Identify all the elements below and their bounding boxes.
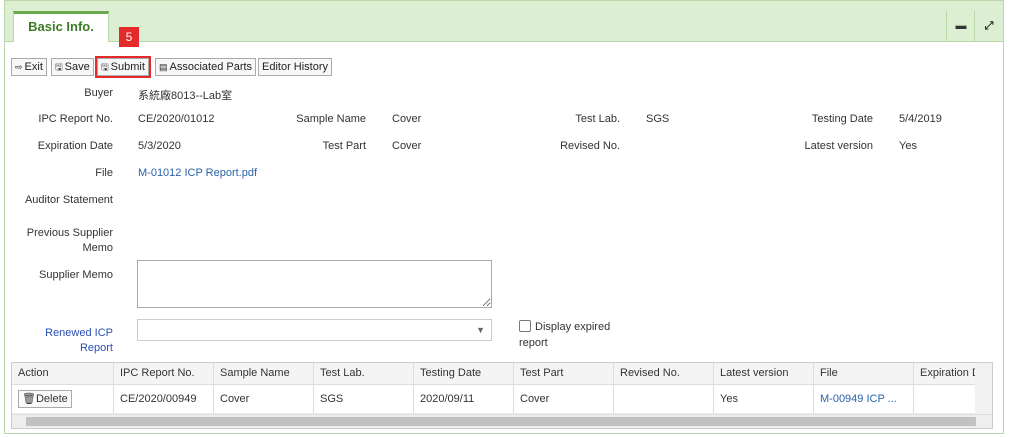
auditor-statement-label: Auditor Statement (24, 194, 113, 206)
sample-name-value: Cover (392, 113, 422, 125)
editor-history-label: Editor History (262, 61, 329, 73)
display-expired-label-line2: report (519, 337, 548, 349)
test-lab-label: Test Lab. (575, 113, 620, 125)
chevron-down-icon: ▼ (476, 325, 485, 335)
grid-cell-file-link[interactable]: M-00949 ICP ... (813, 385, 913, 413)
horizontal-scroll-thumb[interactable] (26, 417, 976, 426)
document-icon: ▤ (159, 62, 168, 72)
ipc-report-no-label: IPC Report No. (38, 113, 113, 125)
grid-cell-ipc-report-no: CE/2020/00949 (113, 385, 213, 413)
display-expired-checkbox[interactable] (519, 320, 531, 332)
submit-button[interactable]: 🖫 Submit (95, 56, 151, 78)
expiration-date-value: 5/3/2020 (138, 140, 181, 152)
test-lab-value: SGS (646, 113, 670, 125)
save-button[interactable]: 🖫 Save (51, 58, 94, 76)
grid-cell-testing-date: 2020/09/11 (413, 385, 513, 413)
table-row: 🗑Delete CE/2020/00949 Cover SGS 2020/09/… (12, 385, 992, 414)
renewed-icp-label-line1: Renewed ICP (45, 327, 113, 339)
test-part-label: Test Part (322, 140, 366, 152)
buyer-value: 系統廠8013--Lab室 (138, 90, 233, 102)
horizontal-scrollbar[interactable] (12, 414, 992, 428)
test-part-value: Cover (392, 140, 422, 152)
ipc-report-no-value: CE/2020/01012 (138, 113, 215, 125)
save-icon: 🖫 (55, 62, 63, 72)
submit-label: Submit (110, 61, 145, 73)
latest-version-label: Latest version (804, 140, 873, 152)
revised-no-label: Revised No. (560, 140, 620, 152)
exit-button[interactable]: ⇨ Exit (11, 58, 47, 76)
grid-cell-test-part: Cover (513, 385, 613, 413)
grid-header-file[interactable]: File (813, 363, 913, 384)
grid-header-test-part[interactable]: Test Part (513, 363, 613, 384)
grid-header-test-lab[interactable]: Test Lab. (313, 363, 413, 384)
grid-cell-latest-version: Yes (713, 385, 813, 413)
renewed-icp-report-select[interactable]: ▼ (137, 319, 492, 341)
supplier-memo-label: Supplier Memo (39, 269, 113, 281)
grid-header-revised-no[interactable]: Revised No. (613, 363, 713, 384)
expiration-date-label: Expiration Date (37, 140, 113, 152)
step-badge: 5 (119, 27, 139, 47)
reports-grid: Action IPC Report No. Sample Name Test L… (11, 362, 993, 429)
exit-icon: ⇨ (15, 62, 23, 72)
display-expired-label-line1: Display expired (535, 321, 611, 333)
save-label: Save (64, 61, 90, 73)
delete-label: Delete (35, 393, 68, 405)
previous-supplier-memo-label-line1: Previous Supplier (26, 227, 113, 239)
expand-icon[interactable]: ⤢ (974, 11, 1003, 41)
previous-supplier-memo-label-line2: Memo (82, 242, 113, 254)
grid-header-testing-date[interactable]: Testing Date (413, 363, 513, 384)
grid-header-action[interactable]: Action (12, 363, 113, 384)
associated-parts-button[interactable]: ▤ Associated Parts (155, 58, 257, 76)
submit-icon: 🖫 (101, 62, 109, 72)
file-link[interactable]: M-01012 ICP Report.pdf (138, 167, 257, 179)
trash-icon: 🗑 (22, 393, 36, 405)
exit-label: Exit (24, 61, 43, 73)
editor-history-button[interactable]: Editor History (258, 58, 333, 76)
grid-cell-test-lab: SGS (313, 385, 413, 413)
sample-name-label: Sample Name (296, 113, 366, 125)
vertical-scrollbar[interactable] (975, 363, 992, 415)
grid-header-latest-version[interactable]: Latest version (713, 363, 813, 384)
file-label: File (95, 167, 113, 179)
panel-header: Basic Info. ▬ ⤢ (5, 1, 1003, 42)
grid-header-ipc-report-no[interactable]: IPC Report No. (113, 363, 213, 384)
minimize-icon[interactable]: ▬ (946, 11, 975, 41)
tab-basic-info[interactable]: Basic Info. (13, 11, 109, 42)
buyer-label: Buyer (84, 87, 113, 99)
supplier-memo-textarea[interactable] (137, 260, 492, 308)
grid-header-row: Action IPC Report No. Sample Name Test L… (12, 363, 992, 385)
associated-parts-label: Associated Parts (169, 61, 253, 73)
delete-button[interactable]: 🗑Delete (18, 390, 72, 408)
grid-header-sample-name[interactable]: Sample Name (213, 363, 313, 384)
testing-date-label: Testing Date (811, 113, 873, 125)
latest-version-value: Yes (899, 140, 917, 152)
testing-date-value: 5/4/2019 (899, 113, 942, 125)
grid-cell-revised-no (613, 385, 713, 413)
grid-cell-sample-name: Cover (213, 385, 313, 413)
renewed-icp-label-line2: Report (79, 342, 113, 354)
grid-cell-action: 🗑Delete (12, 385, 113, 413)
